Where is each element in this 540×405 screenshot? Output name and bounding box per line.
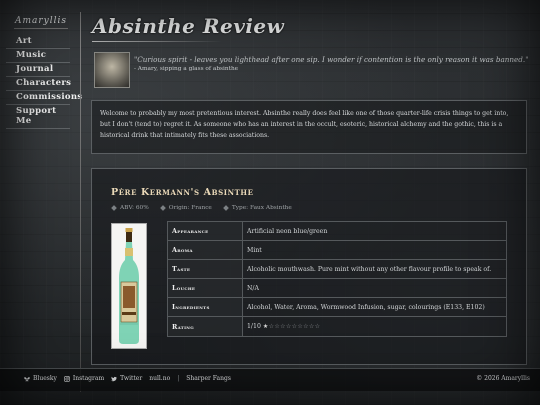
footer-link-label: Twitter <box>120 375 143 382</box>
footer-link-nullno[interactable]: null.no <box>149 375 170 382</box>
footer-separator: | <box>177 375 180 382</box>
row-value-aroma: Mint <box>242 240 507 261</box>
product-image <box>111 223 147 349</box>
row-label-ingredients: Ingredients <box>167 297 243 318</box>
sidebar-item-characters[interactable]: Characters <box>6 77 71 91</box>
sidebar-item-support-me[interactable]: Support Me <box>6 105 70 129</box>
sidebar-item-art[interactable]: Art <box>6 35 70 49</box>
review-table: Appearance Artificial neon blue/green Ar… <box>167 220 507 337</box>
table-row: Louche N/A <box>167 278 507 299</box>
rating-stars: ★☆☆☆☆☆☆☆☆☆ <box>263 323 321 330</box>
diamond-icon <box>111 205 117 211</box>
row-label-louche: Louche <box>167 278 243 299</box>
twitter-icon <box>111 376 117 381</box>
title-flourish <box>92 41 222 42</box>
footer-links: Bluesky Instagram Twitter null.no | Shar… <box>24 375 231 382</box>
instagram-icon <box>64 375 70 382</box>
site-logo[interactable]: Amaryllis <box>14 16 68 29</box>
meta-type: Type: Faux Absinthe <box>223 205 292 211</box>
diamond-icon <box>159 205 166 211</box>
row-value-ingredients: Alcohol, Water, Aroma, Wormwood Infusion… <box>242 297 507 318</box>
table-row: Taste Alcoholic mouthwash. Pure mint wit… <box>167 259 507 280</box>
rating-text: 1/10 <box>247 323 261 331</box>
row-value-louche: N/A <box>242 278 507 299</box>
sidebar-item-commissions[interactable]: Commissions <box>6 91 82 105</box>
sidebar-nav: Amaryllis Art Music Journal Characters C… <box>6 12 84 392</box>
sidebar-item-music[interactable]: Music <box>6 49 70 63</box>
bottle-icon <box>119 228 139 344</box>
butterfly-icon <box>24 376 30 381</box>
meta-abv: ABV: 60% <box>111 205 149 211</box>
avatar <box>94 52 130 88</box>
row-value-appearance: Artificial neon blue/green <box>242 220 507 242</box>
row-label-rating: Rating <box>167 316 243 337</box>
quote-block: "Curious spirit - leaves you lighthead a… <box>94 52 529 92</box>
meta-origin-text: Origin: France <box>168 205 212 211</box>
row-value-taste: Alcoholic mouthwash. Pure mint without a… <box>242 259 507 280</box>
diamond-icon <box>223 205 229 211</box>
page-title: Absinthe Review <box>92 14 285 38</box>
quote-attribution: - Amary, sipping a glass of absinthe <box>134 66 239 72</box>
footer-link-label: Bluesky <box>33 375 57 382</box>
footer-link-sharper-fangs[interactable]: Sharper Fangs <box>186 375 231 382</box>
product-card: Père Kermann's Absinthe ABV: 60% Origin:… <box>91 168 527 365</box>
sidebar-item-journal[interactable]: Journal <box>6 63 70 77</box>
intro-panel: Welcome to probably my most pretentious … <box>91 100 527 154</box>
meta-origin: Origin: France <box>159 205 212 211</box>
sidebar-divider <box>80 12 81 392</box>
product-title: Père Kermann's Absinthe <box>111 187 254 198</box>
table-row: Rating 1/10 ★☆☆☆☆☆☆☆☆☆ <box>167 316 507 337</box>
footer-link-twitter[interactable]: Twitter <box>111 375 142 382</box>
meta-type-text: Type: Faux Absinthe <box>231 205 292 211</box>
intro-text: Welcome to probably my most pretentious … <box>100 110 509 139</box>
product-meta: ABV: 60% Origin: France Type: Faux Absin… <box>111 205 292 211</box>
table-row: Aroma Mint <box>167 240 507 261</box>
footer-link-bluesky[interactable]: Bluesky <box>24 375 57 382</box>
footer-copyright: © 2026 Amaryllis <box>476 375 530 382</box>
row-value-rating: 1/10 ★☆☆☆☆☆☆☆☆☆ <box>242 316 507 337</box>
quote-text: "Curious spirit - leaves you lighthead a… <box>134 55 529 64</box>
footer-link-label: Instagram <box>72 375 105 382</box>
footer-link-instagram[interactable]: Instagram <box>64 375 104 382</box>
row-label-appearance: Appearance <box>167 220 243 242</box>
table-row: Appearance Artificial neon blue/green <box>167 220 507 242</box>
meta-abv-text: ABV: 60% <box>120 205 149 211</box>
star-empty-icon: ☆ <box>314 323 321 331</box>
row-label-aroma: Aroma <box>167 240 243 261</box>
table-row: Ingredients Alcohol, Water, Aroma, Wormw… <box>167 297 507 318</box>
row-label-taste: Taste <box>167 259 243 280</box>
footer: Bluesky Instagram Twitter null.no | Shar… <box>0 368 540 391</box>
